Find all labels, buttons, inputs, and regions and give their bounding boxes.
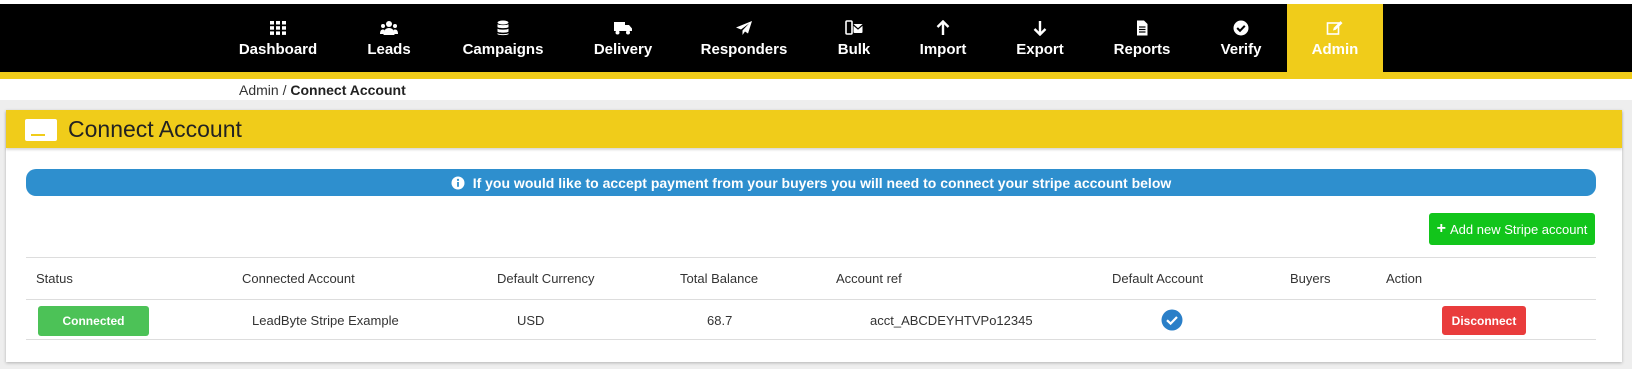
add-stripe-account-button[interactable]: + Add new Stripe account xyxy=(1429,213,1595,245)
breadcrumb-separator: / xyxy=(278,82,291,98)
nav-item-campaigns[interactable]: Campaigns xyxy=(448,4,558,72)
nav-label: Responders xyxy=(700,40,788,58)
total-balance-cell: 68.7 xyxy=(707,313,733,328)
nav-item-responders[interactable]: Responders xyxy=(694,4,794,72)
page-title: Connect Account xyxy=(68,116,242,142)
panel-header: Connect Account xyxy=(6,110,1622,148)
account-ref-cell: acct_ABCDEYHTVPo12345 xyxy=(870,313,1033,328)
nav-item-dashboard[interactable]: Dashboard xyxy=(233,4,323,72)
nav-item-bulk[interactable]: Bulk xyxy=(830,4,878,72)
arrow-down-icon xyxy=(1031,20,1049,36)
column-header-buyers: Buyers xyxy=(1290,271,1331,286)
breadcrumb-current: Connect Account xyxy=(290,82,406,98)
default-account-check-icon xyxy=(1161,309,1183,331)
nav-label: Delivery xyxy=(593,40,653,58)
connect-account-panel: Connect Account If you would like to acc… xyxy=(6,110,1622,362)
nav-label: Verify xyxy=(1220,40,1262,58)
bulk-mail-icon xyxy=(845,19,863,36)
info-banner-text: If you would like to accept payment from… xyxy=(472,174,1172,191)
info-banner: If you would like to accept payment from… xyxy=(26,169,1596,196)
nav-accent-bar xyxy=(0,72,1632,79)
nav-label: Admin xyxy=(1311,40,1359,58)
table-top-border xyxy=(26,257,1596,258)
breadcrumb: Admin / Connect Account xyxy=(239,81,406,99)
column-header-default-account: Default Account xyxy=(1112,271,1204,286)
paper-plane-icon xyxy=(735,20,753,36)
dashboard-icon xyxy=(269,20,287,36)
column-header-default-currency: Default Currency xyxy=(497,271,595,286)
nav-label: Import xyxy=(919,40,967,58)
top-navigation: Dashboard Leads Campaigns Delivery Respo… xyxy=(0,4,1632,72)
column-header-action: Action xyxy=(1386,271,1423,286)
nav-label: Dashboard xyxy=(238,40,318,58)
column-header-account-ref: Account ref xyxy=(836,271,902,286)
nav-item-verify[interactable]: Verify xyxy=(1215,4,1267,72)
info-circle-icon xyxy=(451,176,465,190)
truck-icon xyxy=(614,20,632,36)
database-icon xyxy=(494,20,512,36)
edit-icon xyxy=(1326,20,1344,36)
nav-item-leads[interactable]: Leads xyxy=(358,4,420,72)
status-badge: Connected xyxy=(38,306,149,336)
nav-item-delivery[interactable]: Delivery xyxy=(587,4,659,72)
nav-item-reports[interactable]: Reports xyxy=(1103,4,1181,72)
connected-account-cell: LeadByte Stripe Example xyxy=(252,313,399,328)
column-header-total-balance: Total Balance xyxy=(680,271,759,286)
nav-item-import[interactable]: Import xyxy=(912,4,974,72)
breadcrumb-parent[interactable]: Admin xyxy=(239,82,279,98)
nav-label: Bulk xyxy=(837,40,871,58)
default-currency-cell: USD xyxy=(517,313,545,328)
add-stripe-account-label: Add new Stripe account xyxy=(1450,221,1588,237)
nav-item-export[interactable]: Export xyxy=(1008,4,1072,72)
table-header-border xyxy=(26,299,1596,300)
nav-label: Leads xyxy=(367,40,411,58)
nav-label: Export xyxy=(1016,40,1064,58)
nav-label: Campaigns xyxy=(462,40,544,58)
arrow-up-icon xyxy=(934,19,952,36)
disconnect-button[interactable]: Disconnect xyxy=(1442,306,1526,335)
document-icon xyxy=(1133,20,1151,36)
users-icon xyxy=(380,20,398,36)
check-circle-icon xyxy=(1232,20,1250,36)
plus-icon: + xyxy=(1436,220,1447,237)
nav-item-admin[interactable]: Admin xyxy=(1287,4,1383,72)
column-header-connected-account: Connected Account xyxy=(242,271,355,286)
nav-label: Reports xyxy=(1113,40,1171,58)
table-bottom-border xyxy=(26,339,1596,340)
column-header-status: Status xyxy=(36,271,73,286)
credit-card-icon xyxy=(25,119,57,141)
